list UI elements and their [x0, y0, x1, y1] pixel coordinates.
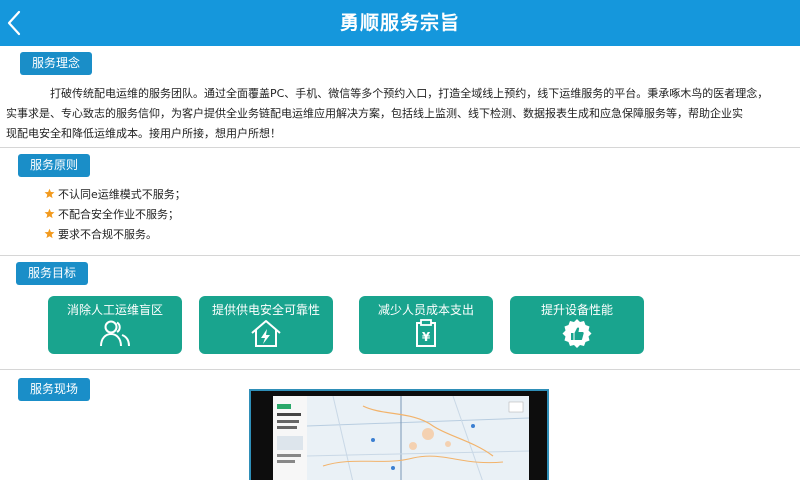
philosophy-tag: 服务理念: [20, 52, 93, 75]
svg-text:¥: ¥: [422, 330, 431, 344]
philosophy-line-3: 现配电安全和降低运维成本。接用户所接，想用户所想！: [6, 127, 281, 140]
star-icon: [44, 228, 55, 239]
philosophy-line-2: 实事求是、专心致志的服务信仰，为客户提供全业务链配电运维应用解决方案，包括线上监…: [6, 107, 743, 120]
goals-tag: 服务目标: [16, 262, 89, 285]
goal-card-reduce-cost[interactable]: 减少人员成本支出 ¥: [359, 296, 493, 354]
goal-label: 提供供电安全可靠性: [211, 303, 320, 317]
principle-text: 不认同e运维模式不服务；: [58, 188, 186, 201]
people-icon: [100, 320, 130, 347]
house-bolt-icon: [251, 320, 281, 347]
monitoring-screen-photo: [249, 389, 549, 480]
goal-card-eliminate-blind-spots[interactable]: 消除人工运维盲区: [48, 296, 182, 354]
philosophy-line-1: 打破传统配电运维的服务团队。通过全面覆盖PC、手机、微信等多个预约入口，打造全域…: [50, 87, 769, 100]
principle-text: 要求不合规不服务。: [58, 228, 157, 241]
goal-card-power-reliability[interactable]: 提供供电安全可靠性: [199, 296, 333, 354]
principle-item: 不认同e运维模式不服务；: [44, 186, 186, 204]
philosophy-section: 服务理念 打破传统配电运维的服务团队。通过全面覆盖PC、手机、微信等多个预约入口…: [0, 46, 800, 148]
yen-document-icon: ¥: [416, 319, 436, 347]
map-display: [273, 396, 529, 480]
principles-section: 服务原则 不认同e运维模式不服务； 不配合安全作业不服务； 要求不合规不服务。: [0, 148, 800, 256]
thumbs-up-badge-icon: [562, 319, 592, 348]
goal-label: 提升设备性能: [540, 303, 613, 317]
principle-item: 要求不合规不服务。: [44, 226, 157, 244]
site-tag: 服务现场: [18, 378, 91, 401]
principles-tag: 服务原则: [18, 154, 91, 177]
goal-card-improve-equipment[interactable]: 提升设备性能: [510, 296, 644, 354]
goal-label: 消除人工运维盲区: [66, 303, 163, 317]
philosophy-text: 打破传统配电运维的服务团队。通过全面覆盖PC、手机、微信等多个预约入口，打造全域…: [6, 84, 776, 144]
title-bar: 勇顺服务宗旨: [0, 0, 800, 46]
page-title: 勇顺服务宗旨: [339, 12, 460, 34]
goal-label: 减少人员成本支出: [377, 303, 474, 317]
star-icon: [44, 188, 55, 199]
star-icon: [44, 208, 55, 219]
principle-item: 不配合安全作业不服务；: [44, 206, 179, 224]
principle-text: 不配合安全作业不服务；: [58, 208, 179, 221]
